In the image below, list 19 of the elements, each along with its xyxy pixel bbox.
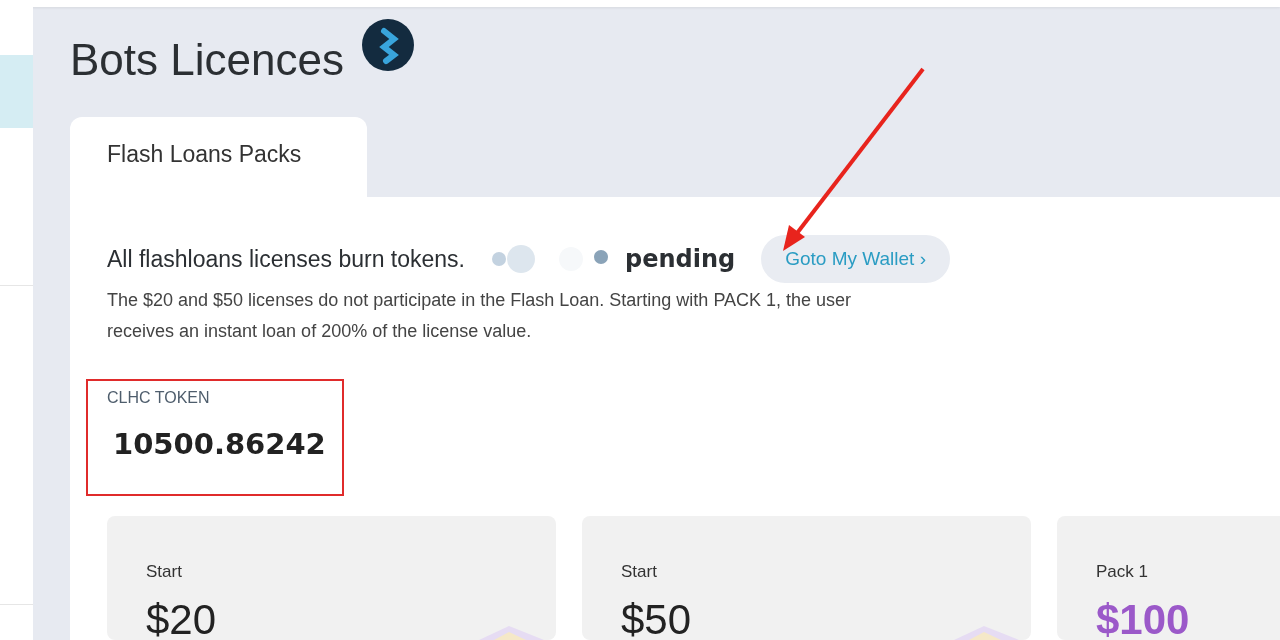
sidebar-item[interactable] — [0, 55, 33, 128]
description-text: The $20 and $50 licenses do not participate in the Flash Loan. Starting with PACK 1, the user receives an instant loan of 200% of the license value. — [107, 289, 852, 343]
pack-price: $50 — [621, 596, 692, 640]
status-text: pending — [625, 245, 736, 273]
pack-price: $20 — [146, 596, 217, 640]
loading-dots-icon — [491, 244, 611, 274]
pack-price: $100 — [1096, 596, 1190, 640]
pack-card[interactable]: Pack 1 $100 — [1057, 516, 1280, 640]
pack-card[interactable]: Start $20 — [107, 516, 556, 640]
pack-name: Start — [146, 562, 183, 582]
notice-heading: All flashloans licenses burn tokens. — [107, 245, 465, 273]
logo-icon — [361, 19, 414, 71]
token-label: CLHC TOKEN — [107, 389, 211, 407]
page-title: Bots Licences — [70, 35, 344, 85]
pack-name: Start — [621, 562, 658, 582]
pack-card[interactable]: Start $50 — [582, 516, 1031, 640]
token-value: 10500.86242 — [113, 427, 327, 461]
pack-name: Pack 1 — [1096, 562, 1149, 582]
tab[interactable]: Flash Loans Packs — [70, 117, 367, 197]
